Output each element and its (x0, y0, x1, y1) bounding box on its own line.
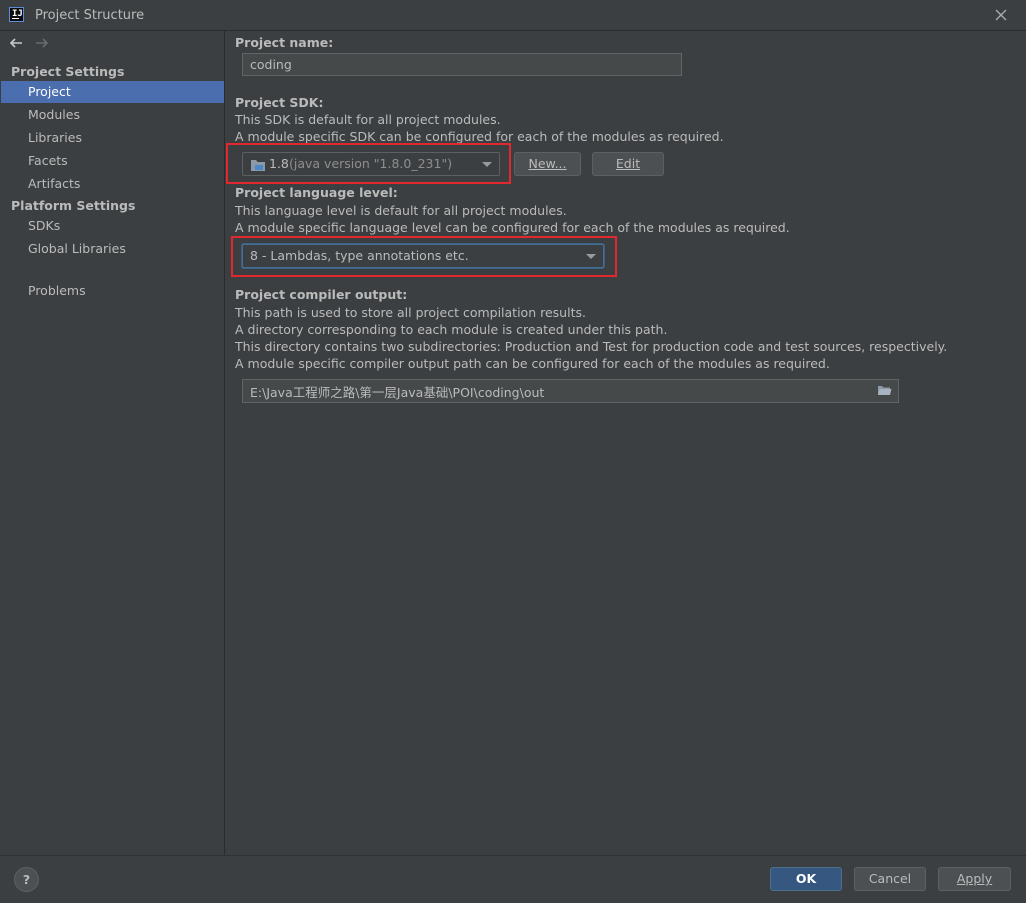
compiler-output-label: Project compiler output: (235, 287, 408, 302)
sidebar-item-facets[interactable]: Facets (1, 150, 224, 172)
compiler-output-path-input[interactable] (242, 379, 899, 403)
sidebar-item-problems[interactable]: Problems (1, 280, 224, 302)
sidebar-item-sdks[interactable]: SDKs (1, 215, 224, 237)
sdk-version-detail: (java version "1.8.0_231") (289, 156, 453, 171)
window-title: Project Structure (35, 8, 145, 23)
sdk-description-2: A module specific SDK can be configured … (235, 129, 724, 144)
cancel-button[interactable]: Cancel (854, 867, 926, 891)
sdk-description-1: This SDK is default for all project modu… (235, 112, 501, 127)
sidebar-item-modules[interactable]: Modules (1, 104, 224, 126)
help-button[interactable]: ? (14, 867, 39, 892)
language-level-dropdown[interactable]: 8 - Lambdas, type annotations etc. (242, 244, 604, 268)
sidebar-item-artifacts[interactable]: Artifacts (1, 173, 224, 195)
language-level-value: 8 - Lambdas, type annotations etc. (250, 248, 469, 263)
compiler-output-description-3: This directory contains two subdirectori… (235, 339, 948, 354)
chevron-down-icon (586, 254, 596, 259)
language-level-description-2: A module specific language level can be … (235, 220, 790, 235)
project-settings-heading: Project Settings (11, 64, 125, 79)
sdk-dropdown[interactable]: 1.8 (java version "1.8.0_231") (242, 152, 500, 176)
compiler-output-description-4: A module specific compiler output path c… (235, 356, 830, 371)
back-arrow-icon[interactable] (8, 35, 24, 51)
chevron-down-icon (482, 162, 492, 167)
sidebar-item-project[interactable]: Project (1, 81, 224, 103)
language-level-label: Project language level: (235, 185, 398, 200)
folder-sdk-icon (251, 160, 265, 171)
sidebar-item-global-libraries[interactable]: Global Libraries (1, 238, 224, 260)
sdk-version: 1.8 (269, 156, 289, 171)
intellij-app-icon: IJ (9, 7, 24, 22)
sdk-new-button[interactable]: New... (514, 152, 581, 176)
compiler-output-description-1: This path is used to store all project c… (235, 305, 586, 320)
apply-button[interactable]: Apply (938, 867, 1011, 891)
forward-arrow-icon[interactable] (34, 35, 50, 51)
footer-divider (0, 855, 1026, 856)
platform-settings-heading: Platform Settings (11, 198, 136, 213)
close-icon[interactable] (993, 7, 1009, 23)
title-bar (0, 0, 1026, 31)
sdk-edit-button[interactable]: Edit (592, 152, 664, 176)
sidebar-item-libraries[interactable]: Libraries (1, 127, 224, 149)
ok-button[interactable]: OK (770, 867, 842, 891)
project-sdk-label: Project SDK: (235, 95, 324, 110)
project-name-label: Project name: (235, 35, 334, 50)
compiler-output-description-2: A directory corresponding to each module… (235, 322, 668, 337)
project-name-input[interactable] (242, 53, 682, 76)
browse-folder-icon[interactable] (870, 379, 898, 402)
language-level-description-1: This language level is default for all p… (235, 203, 567, 218)
